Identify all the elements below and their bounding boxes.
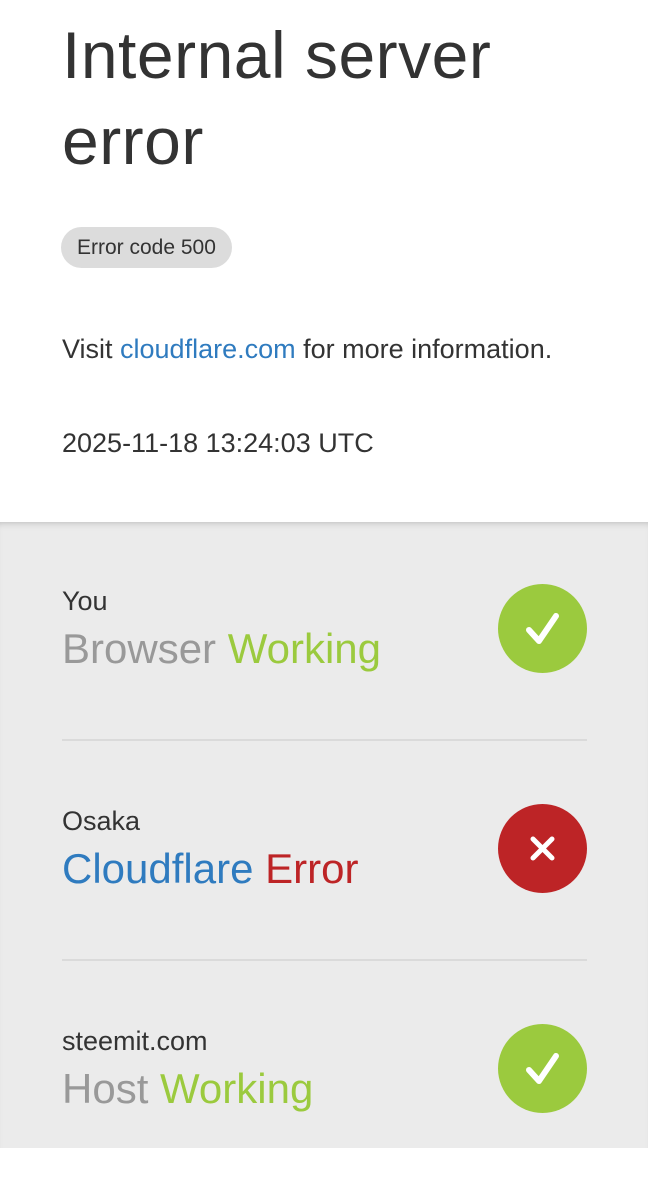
error-code-badge: Error code 500 bbox=[61, 227, 232, 268]
status-name: Cloudflare bbox=[62, 845, 254, 892]
divider bbox=[62, 739, 587, 741]
status-row-cloudflare: Osaka Cloudflare Error bbox=[0, 742, 648, 962]
more-info-text: Visit cloudflare.com for more informatio… bbox=[62, 332, 602, 367]
close-icon bbox=[530, 836, 555, 861]
status-location: You bbox=[62, 586, 108, 616]
status-name: Host bbox=[62, 1065, 149, 1112]
status-location: Osaka bbox=[62, 806, 141, 836]
status-name: Browser bbox=[62, 625, 217, 672]
status-line: Browser Working bbox=[62, 622, 381, 676]
status-indicator bbox=[498, 804, 587, 893]
divider bbox=[62, 959, 587, 961]
error-header-section: Internal server error Error code 500 Vis… bbox=[0, 0, 648, 522]
status-row-host: steemit.com Host Working bbox=[0, 962, 648, 1182]
page-title: Internal server error bbox=[62, 18, 492, 178]
visit-prefix: Visit bbox=[62, 334, 121, 364]
status-value: Error bbox=[265, 845, 359, 892]
status-row-browser: You Browser Working bbox=[0, 522, 648, 742]
status-indicator bbox=[498, 1024, 587, 1113]
status-value: Working bbox=[160, 1065, 314, 1112]
status-panel: You Browser Working Osaka Cloudflare Err… bbox=[0, 522, 648, 1148]
status-line: Cloudflare Error bbox=[62, 842, 358, 896]
check-icon bbox=[526, 1053, 559, 1084]
status-value: Working bbox=[227, 625, 381, 672]
status-indicator bbox=[498, 584, 587, 673]
status-line: Host Working bbox=[62, 1062, 313, 1116]
status-location: steemit.com bbox=[62, 1026, 208, 1056]
error-timestamp: 2025-11-18 13:24:03 UTC bbox=[62, 428, 374, 458]
cloudflare-link[interactable]: cloudflare.com bbox=[120, 334, 296, 364]
visit-suffix: for more information. bbox=[295, 334, 553, 364]
check-icon bbox=[526, 613, 559, 644]
